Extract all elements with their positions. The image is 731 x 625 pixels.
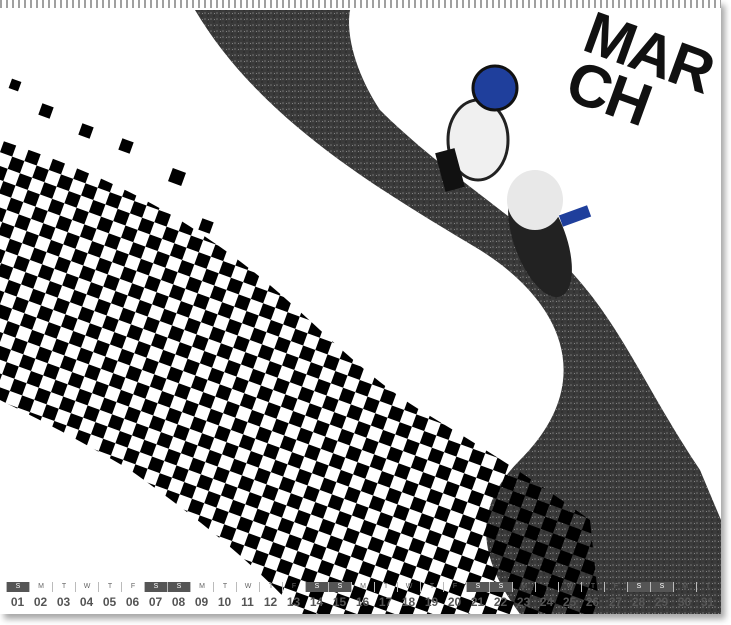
weekday-letter: W bbox=[558, 582, 581, 592]
weekday-letter: M bbox=[512, 582, 535, 592]
day-cell: W 04 bbox=[75, 582, 98, 612]
weekday-letter: M bbox=[29, 582, 52, 592]
weekday-letter: T bbox=[213, 582, 236, 592]
date-number: 26 bbox=[585, 595, 600, 609]
date-number: 07 bbox=[148, 595, 163, 609]
weekday-letter: F bbox=[121, 582, 144, 592]
day-cell: S 28 bbox=[627, 582, 650, 612]
weekday-letter: S bbox=[167, 582, 190, 592]
weekday-letter: M bbox=[673, 582, 696, 592]
weekday-letter: T bbox=[535, 582, 558, 592]
date-number: 12 bbox=[263, 595, 278, 609]
day-cell: T 17 bbox=[374, 582, 397, 612]
weekday-letter: T bbox=[420, 582, 443, 592]
weekday-letter: W bbox=[236, 582, 259, 592]
day-cell: T 31 bbox=[696, 582, 719, 612]
day-cell: M 16 bbox=[351, 582, 374, 612]
calendar-page: MAR CH S 01 M 02 T 03 W 04 T 05 F 06 S 07 S 08 M 09 T 10 W 11… bbox=[0, 0, 721, 614]
day-cell: F 27 bbox=[604, 582, 627, 612]
day-cell: M 09 bbox=[190, 582, 213, 612]
date-number: 29 bbox=[654, 595, 669, 609]
weekday-letter: S bbox=[6, 582, 29, 592]
day-cell: T 12 bbox=[259, 582, 282, 612]
weekday-letter: S bbox=[466, 582, 489, 592]
day-cell: S 08 bbox=[167, 582, 190, 612]
date-number: 04 bbox=[79, 595, 94, 609]
day-cell: W 25 bbox=[558, 582, 581, 612]
weekday-letter: T bbox=[98, 582, 121, 592]
date-number: 08 bbox=[171, 595, 186, 609]
date-number: 22 bbox=[493, 595, 508, 609]
day-cell: M 23 bbox=[512, 582, 535, 612]
date-number: 13 bbox=[286, 595, 301, 609]
date-number: 20 bbox=[447, 595, 462, 609]
day-cell: S 07 bbox=[144, 582, 167, 612]
weekday-letter: F bbox=[604, 582, 627, 592]
day-cell: W 11 bbox=[236, 582, 259, 612]
date-number: 15 bbox=[332, 595, 347, 609]
weekday-letter: S bbox=[650, 582, 673, 592]
weekday-letter: T bbox=[52, 582, 75, 592]
day-cell: F 20 bbox=[443, 582, 466, 612]
weekday-letter: M bbox=[190, 582, 213, 592]
day-cell: T 05 bbox=[98, 582, 121, 612]
weekday-letter: S bbox=[489, 582, 512, 592]
weekday-letter: M bbox=[351, 582, 374, 592]
day-cell: M 30 bbox=[673, 582, 696, 612]
date-number: 31 bbox=[700, 595, 715, 609]
date-number: 06 bbox=[125, 595, 140, 609]
date-number: 21 bbox=[470, 595, 485, 609]
date-number: 24 bbox=[539, 595, 554, 609]
weekday-letter: W bbox=[397, 582, 420, 592]
day-cell: S 14 bbox=[305, 582, 328, 612]
day-cell: F 13 bbox=[282, 582, 305, 612]
day-cell: S 15 bbox=[328, 582, 351, 612]
weekday-letter: T bbox=[581, 582, 604, 592]
day-cell: T 03 bbox=[52, 582, 75, 612]
weekday-letter: S bbox=[627, 582, 650, 592]
weekday-letter: W bbox=[75, 582, 98, 592]
weekday-letter: F bbox=[443, 582, 466, 592]
day-cell: S 22 bbox=[489, 582, 512, 612]
day-cell: F 06 bbox=[121, 582, 144, 612]
weekday-letter: T bbox=[374, 582, 397, 592]
date-number: 02 bbox=[33, 595, 48, 609]
date-number: 14 bbox=[309, 595, 324, 609]
date-number: 09 bbox=[194, 595, 209, 609]
date-number: 27 bbox=[608, 595, 623, 609]
date-number: 23 bbox=[516, 595, 531, 609]
day-strip: S 01 M 02 T 03 W 04 T 05 F 06 S 07 S 08 M 09 T 10 W 11 T 12 F 13 S… bbox=[6, 582, 719, 612]
day-cell: S 21 bbox=[466, 582, 489, 612]
date-number: 30 bbox=[677, 595, 692, 609]
date-number: 03 bbox=[56, 595, 71, 609]
date-number: 05 bbox=[102, 595, 117, 609]
weekday-letter: S bbox=[328, 582, 351, 592]
date-number: 28 bbox=[631, 595, 646, 609]
weekday-letter: F bbox=[282, 582, 305, 592]
date-number: 16 bbox=[355, 595, 370, 609]
date-number: 25 bbox=[562, 595, 577, 609]
day-cell: M 02 bbox=[29, 582, 52, 612]
date-number: 18 bbox=[401, 595, 416, 609]
day-cell: T 19 bbox=[420, 582, 443, 612]
date-number: 17 bbox=[378, 595, 393, 609]
weekday-letter: S bbox=[144, 582, 167, 592]
day-cell: S 01 bbox=[6, 582, 29, 612]
day-cell: T 26 bbox=[581, 582, 604, 612]
day-cell: S 29 bbox=[650, 582, 673, 612]
day-cell: W 18 bbox=[397, 582, 420, 612]
date-number: 10 bbox=[217, 595, 232, 609]
date-number: 19 bbox=[424, 595, 439, 609]
weekday-letter: T bbox=[259, 582, 282, 592]
date-number: 11 bbox=[241, 595, 254, 609]
weekday-letter: T bbox=[696, 582, 719, 592]
date-number: 01 bbox=[10, 595, 25, 609]
weekday-letter: S bbox=[305, 582, 328, 592]
day-cell: T 24 bbox=[535, 582, 558, 612]
day-cell: T 10 bbox=[213, 582, 236, 612]
